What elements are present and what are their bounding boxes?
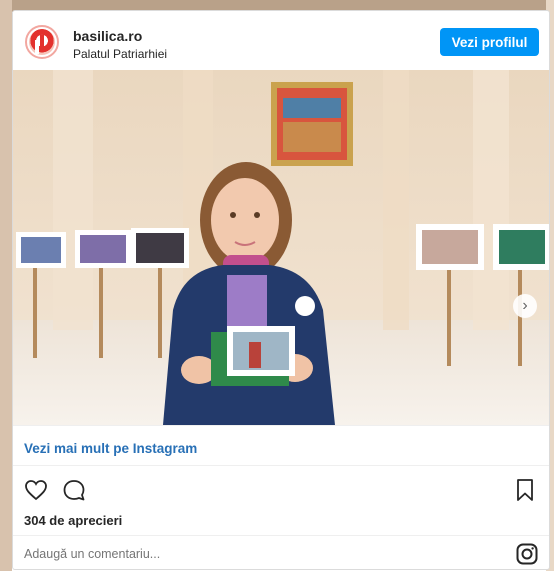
divider <box>13 535 549 536</box>
basilica-logo-icon <box>29 29 55 55</box>
likes-count[interactable]: 304 de aprecieri <box>24 513 122 528</box>
photo-illustration <box>13 70 549 425</box>
comment-icon[interactable] <box>61 477 87 503</box>
view-more-link[interactable]: Vezi mai mult pe Instagram <box>24 441 197 456</box>
view-profile-button[interactable]: Vezi profilul <box>440 28 539 56</box>
chevron-right-icon: › <box>522 297 528 314</box>
instagram-embed-card: basilica.ro Palatul Patriarhiei Vezi pro… <box>12 10 550 570</box>
post-photo[interactable]: › <box>13 70 549 425</box>
divider <box>13 465 549 466</box>
background-left <box>0 0 12 571</box>
divider <box>13 425 549 426</box>
action-bar <box>23 477 87 505</box>
next-photo-button[interactable]: › <box>513 294 537 318</box>
avatar[interactable] <box>25 25 59 59</box>
bookmark-icon[interactable] <box>513 477 537 503</box>
heart-icon[interactable] <box>23 477 49 503</box>
instagram-icon[interactable] <box>515 542 539 566</box>
post-header: basilica.ro Palatul Patriarhiei Vezi pro… <box>13 11 549 71</box>
location[interactable]: Palatul Patriarhiei <box>73 47 167 61</box>
comment-input[interactable] <box>24 547 444 561</box>
username[interactable]: basilica.ro <box>73 28 142 44</box>
